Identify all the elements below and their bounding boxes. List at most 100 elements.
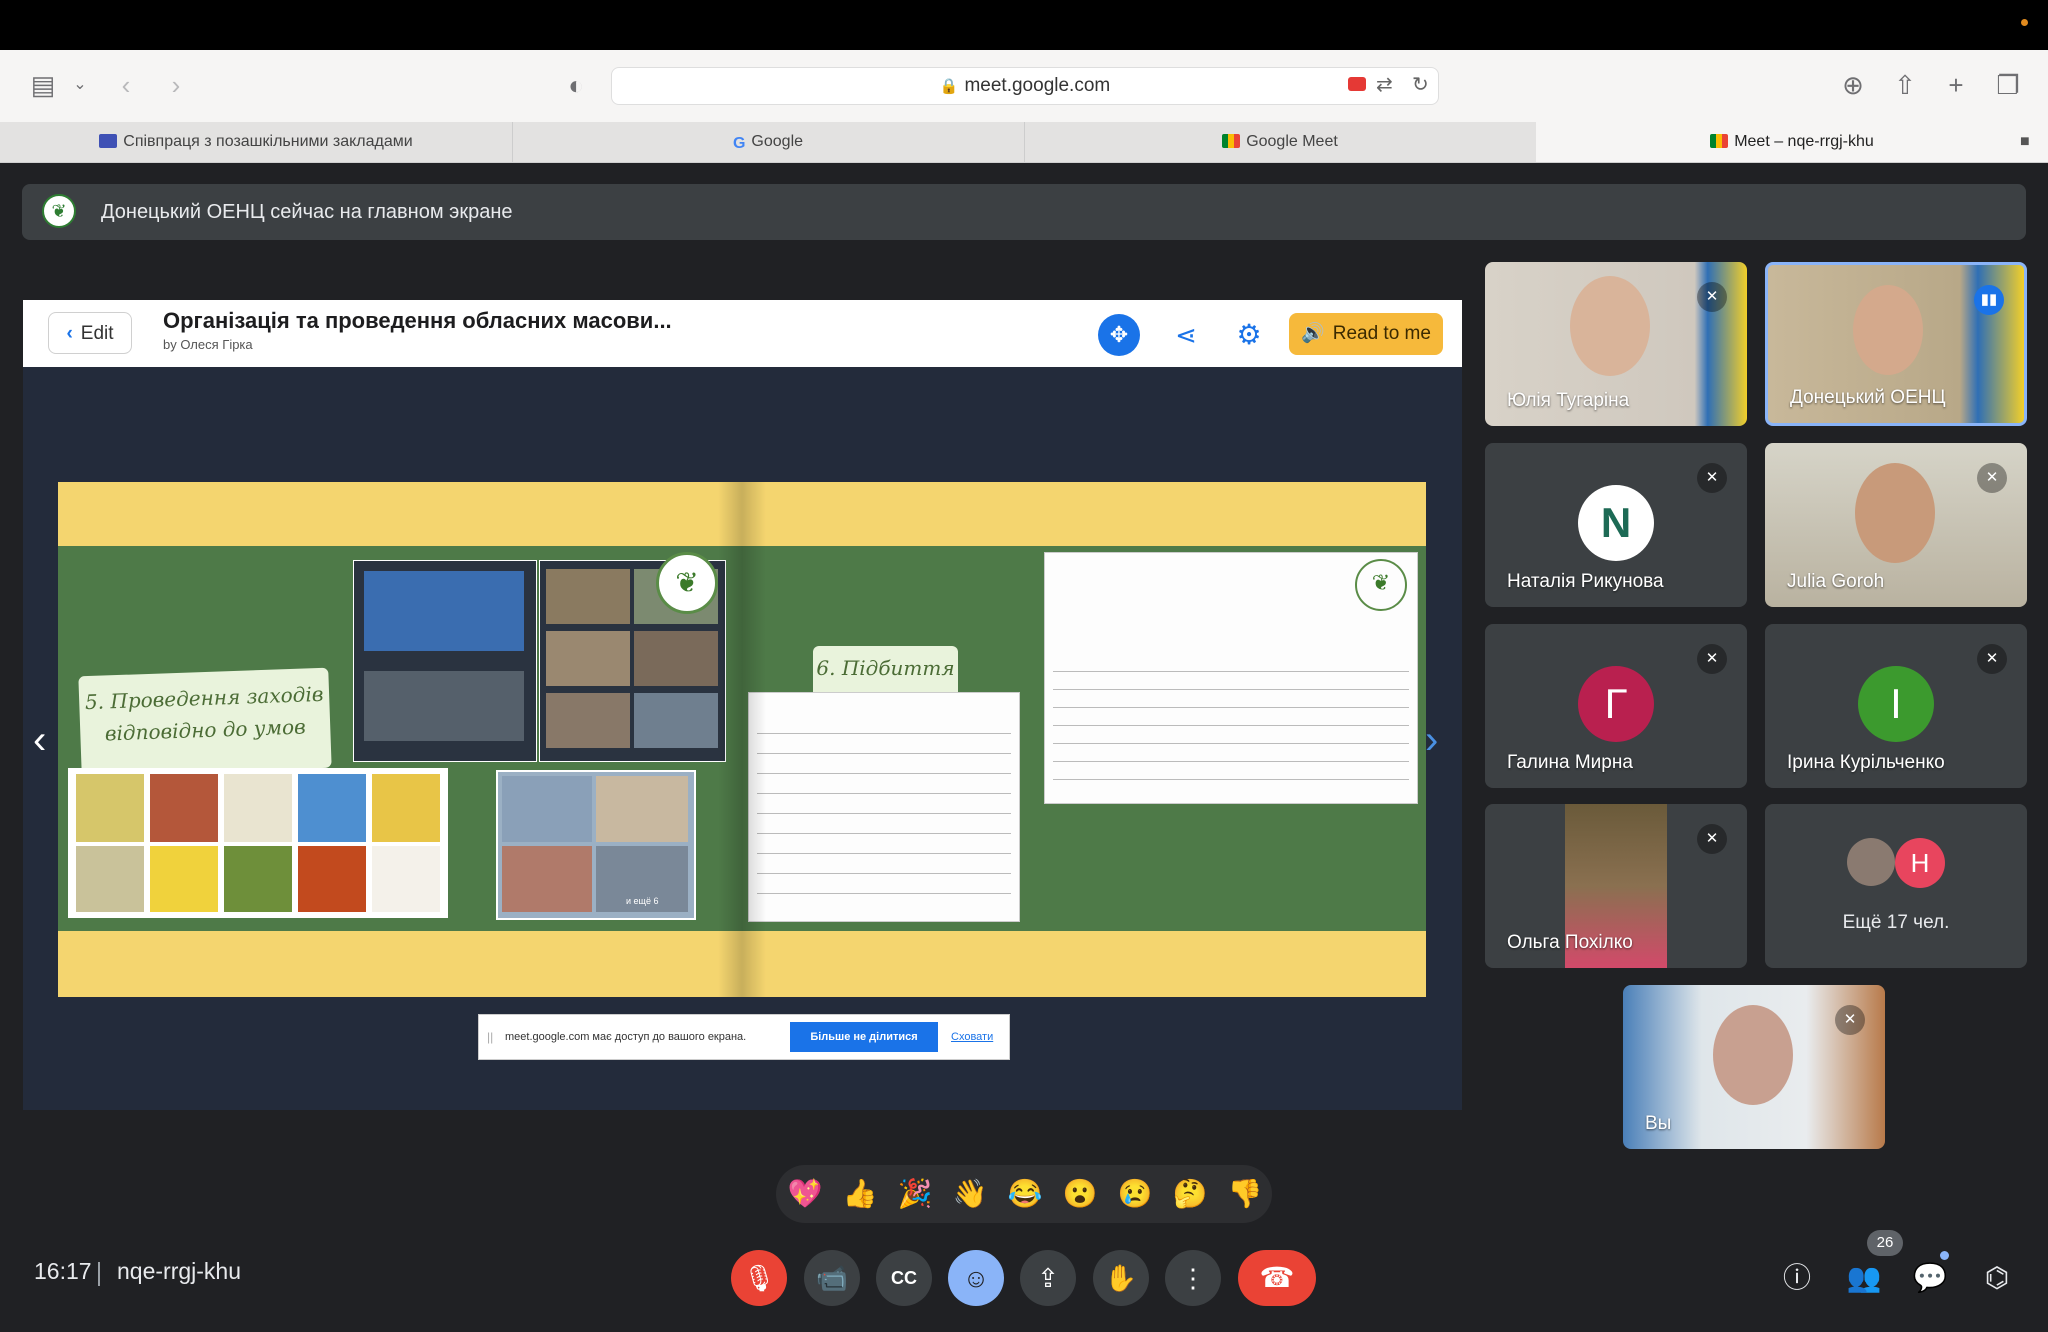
reaction-thinking[interactable]: 🤔 xyxy=(1169,1173,1211,1215)
table-line xyxy=(1053,761,1409,762)
participant-avatar-photo xyxy=(1847,838,1895,886)
participant-avatar: І xyxy=(1858,666,1934,742)
screen-share-notice: || meet.google.com має доступ до вашого … xyxy=(478,1014,1010,1060)
gear-icon[interactable]: ⚙ xyxy=(1228,314,1270,356)
activities-icon[interactable]: ⌬ xyxy=(1977,1258,2017,1298)
camera-in-use-icon[interactable] xyxy=(1348,77,1366,91)
participant-avatar: N xyxy=(1578,485,1654,561)
exit-fullscreen-icon[interactable]: ✥ xyxy=(1098,314,1140,356)
flipbook-spread: 5. Проведення заходів відповідно до умов… xyxy=(58,482,1426,997)
captions-button[interactable]: CC xyxy=(876,1250,932,1306)
flipbook-header: ‹ Edit Організація та проведення обласних… xyxy=(23,300,1462,367)
people-icon[interactable]: 👥 xyxy=(1844,1258,1884,1298)
screenshot-video-call xyxy=(353,560,537,762)
reaction-thumbs-down[interactable]: 👎 xyxy=(1224,1173,1266,1215)
participant-tile[interactable]: N ✕ Наталія Рикунова xyxy=(1485,443,1747,607)
reload-icon[interactable]: ↻ xyxy=(1412,72,1429,97)
document-author: by Олеся Гірка xyxy=(163,337,253,352)
participant-name: Наталія Рикунова xyxy=(1507,571,1664,592)
participant-face xyxy=(1853,285,1923,375)
share-icon[interactable]: ⇧ xyxy=(1887,70,1923,100)
participant-tile[interactable]: Г ✕ Галина Мирна xyxy=(1485,624,1747,788)
drawing xyxy=(224,846,292,912)
tab-label: Співпраця з позашкільними закладами xyxy=(123,133,413,150)
camera-toggle-button[interactable]: 📹 xyxy=(804,1250,860,1306)
reaction-sad[interactable]: 😢 xyxy=(1114,1173,1156,1215)
meet-icon xyxy=(1710,134,1729,148)
reaction-sparkling-heart[interactable]: 💖 xyxy=(784,1173,826,1215)
tab-meet-call[interactable]: Meet – nqe-rrgj-khu ■ xyxy=(1536,122,2048,162)
reaction-surprised[interactable]: 😮 xyxy=(1059,1173,1101,1215)
address-text: 🔒 meet.google.com xyxy=(612,68,1438,104)
self-view-tile[interactable]: ✕ Вы xyxy=(1623,985,1885,1149)
chat-unread-dot xyxy=(1940,1251,1949,1260)
table-line xyxy=(1053,779,1409,780)
hide-notice-link[interactable]: Сховати xyxy=(951,1015,993,1059)
reaction-joy[interactable]: 😂 xyxy=(1004,1173,1046,1215)
tab-label: Google Meet xyxy=(1246,133,1338,150)
mic-off-icon: ✕ xyxy=(1977,463,2007,493)
mic-off-icon: ✕ xyxy=(1977,644,2007,674)
chat-icon[interactable]: 💬 xyxy=(1910,1258,1950,1298)
next-page-arrow[interactable]: › xyxy=(1425,720,1438,760)
raise-hand-button[interactable]: ✋ xyxy=(1093,1250,1149,1306)
back-icon[interactable]: ‹ xyxy=(108,70,144,100)
mic-off-icon: ✕ xyxy=(1697,824,1727,854)
translate-icon[interactable]: ⇄ xyxy=(1376,72,1393,97)
participant-tile-active[interactable]: ▮▮ Донецький ОЕНЦ xyxy=(1765,262,2027,426)
share-icon[interactable]: ⋖ xyxy=(1165,314,1207,356)
participant-tile[interactable]: ✕ Юлія Тугаріна xyxy=(1485,262,1747,426)
address-bar[interactable]: 🔒 meet.google.com ⇄ ↻ xyxy=(611,67,1439,105)
leave-call-button[interactable]: ☎ xyxy=(1238,1250,1316,1306)
previous-page-arrow[interactable]: ‹ xyxy=(33,720,46,760)
mic-off-icon: ✕ xyxy=(1697,644,1727,674)
downloads-icon[interactable]: ⊕ xyxy=(1835,70,1871,100)
forward-icon[interactable]: › xyxy=(158,70,194,100)
privacy-shield-icon[interactable]: ◐ xyxy=(558,70,594,100)
table-line xyxy=(1053,743,1409,744)
more-options-button[interactable]: ⋮ xyxy=(1165,1250,1221,1306)
participant-tile[interactable]: ✕ Ольга Похілко xyxy=(1485,804,1747,968)
participant-tile[interactable]: І ✕ Ірина Курільченко xyxy=(1765,624,2027,788)
mic-toggle-button[interactable]: 🎙 xyxy=(731,1250,787,1306)
drawing xyxy=(372,846,440,912)
participant-tile[interactable]: ✕ Julia Goroh xyxy=(1765,443,2027,607)
drawing xyxy=(298,774,366,842)
new-tab-icon[interactable]: + xyxy=(1938,70,1974,100)
tab-overview-icon[interactable]: ❐ xyxy=(1990,70,2026,100)
participant-name: Ірина Курільченко xyxy=(1787,752,1945,773)
table-line xyxy=(757,853,1011,854)
browser-toolbar: ▤ ⌄ ‹ › ◐ 🔒 meet.google.com ⇄ ↻ ⊕ ⇧ + ❐ xyxy=(0,50,2048,122)
participant-name: Донецький ОЕНЦ xyxy=(1790,387,1946,408)
chevron-down-icon[interactable]: ⌄ xyxy=(62,70,98,100)
meet-icon xyxy=(1222,134,1241,148)
table-line xyxy=(1053,671,1409,672)
sidebar-toggle-icon[interactable]: ▤ xyxy=(25,70,61,100)
tab-google[interactable]: G Google xyxy=(512,122,1025,162)
reaction-wave[interactable]: 👋 xyxy=(949,1173,991,1215)
participant-name: Ольга Похілко xyxy=(1507,932,1633,953)
meeting-info-icon[interactable]: ⓘ xyxy=(1777,1258,1817,1298)
url-label: meet.google.com xyxy=(964,75,1111,96)
reaction-thumbs-up[interactable]: 👍 xyxy=(839,1173,881,1215)
stop-sharing-button[interactable]: Більше не ділитися xyxy=(790,1022,938,1052)
presenter-banner-text: Донецький ОЕНЦ сейчас на главном экране xyxy=(101,201,513,223)
edit-button[interactable]: ‹ Edit xyxy=(48,312,132,354)
reaction-party-popper[interactable]: 🎉 xyxy=(894,1173,936,1215)
screenshot-grid xyxy=(364,671,524,741)
tab-partnership[interactable]: Співпраця з позашкільними закладами xyxy=(0,122,513,162)
reactions-button[interactable]: ☺ xyxy=(948,1250,1004,1306)
more-participants-tile[interactable]: Н Ещё 17 чел. xyxy=(1765,804,2027,968)
shared-screen: ‹ Edit Організація та проведення обласних… xyxy=(23,300,1462,1110)
read-to-me-button[interactable]: 🔊 Read to me xyxy=(1289,313,1443,355)
table-line xyxy=(757,813,1011,814)
tab-google-meet[interactable]: Google Meet xyxy=(1024,122,1537,162)
organization-logo-icon: ❦ xyxy=(656,552,718,614)
present-screen-button[interactable]: ⇪ xyxy=(1020,1250,1076,1306)
participant-avatar: Н xyxy=(1895,838,1945,888)
drawing xyxy=(76,774,144,842)
drag-handle-icon[interactable]: || xyxy=(487,1015,493,1059)
table-line xyxy=(1053,707,1409,708)
lock-icon: 🔒 xyxy=(939,78,959,95)
screenshot-slide xyxy=(364,571,524,651)
